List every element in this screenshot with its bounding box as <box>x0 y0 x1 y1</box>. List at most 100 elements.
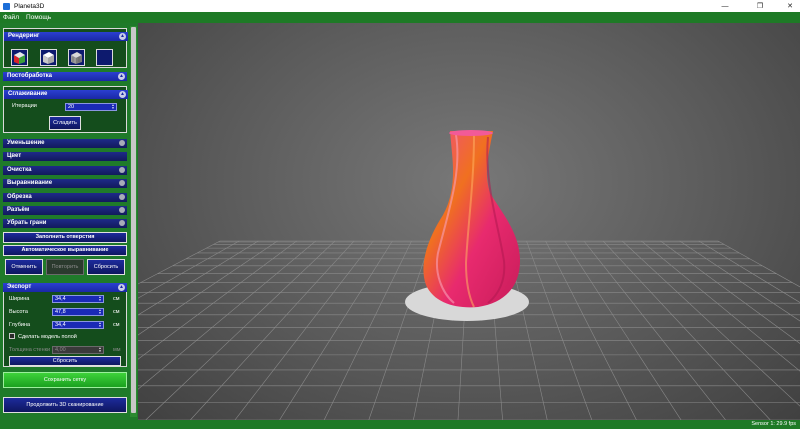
render-wire-button[interactable] <box>68 49 85 66</box>
grid-line <box>602 240 771 420</box>
status-bar: Sensor 1: 29.9 fps <box>0 420 800 429</box>
postprocessing-title: Постобработка <box>7 73 52 79</box>
collapse-icon[interactable]: ▲ <box>118 284 125 291</box>
grid-line <box>622 240 800 407</box>
expand-icon[interactable] <box>119 180 125 186</box>
grid-line <box>717 240 800 288</box>
expand-icon[interactable] <box>119 140 125 146</box>
spin-down-icon[interactable]: ▼ <box>98 312 102 315</box>
cleaning-header[interactable]: Очистка <box>3 166 127 175</box>
scrollbar-thumb[interactable] <box>131 27 136 413</box>
cut-header[interactable]: Разъём <box>3 206 127 215</box>
export-title: Экспорт <box>7 284 32 290</box>
smoothing-section: Сглаживание ▲ Итерации 20 ▲ ▼ Сгладить <box>3 86 128 133</box>
cut-title: Разъём <box>7 207 30 213</box>
3d-viewport[interactable] <box>138 23 800 420</box>
grid-line <box>138 240 297 360</box>
iterations-label: Итерации <box>12 103 37 109</box>
app-icon <box>3 2 10 10</box>
grid-line <box>641 240 800 372</box>
height-input[interactable]: 47,8 ▲ ▼ <box>52 308 104 316</box>
remove-edges-title: Убрать грани <box>7 220 47 226</box>
color-cube-icon <box>14 52 25 64</box>
smoothing-header[interactable]: Сглаживание ▲ <box>4 90 128 99</box>
fill-holes-button[interactable]: Заполнить отверстия <box>3 232 127 243</box>
alignment-title: Выравнивание <box>7 180 53 186</box>
export-header[interactable]: Экспорт ▲ <box>3 283 127 292</box>
depth-value: 34,4 <box>55 322 66 328</box>
window-title: Planeta3D <box>14 2 45 10</box>
close-icon[interactable]: ✕ <box>775 0 800 12</box>
wall-thickness-label: Толщина стенки <box>9 347 51 353</box>
export-reset-button[interactable]: Сбросить <box>9 356 121 366</box>
continue-scan-button[interactable]: Продолжить 3D сканирование <box>3 397 127 413</box>
wall-thickness-input: 4,00 ▲ ▼ <box>52 346 104 354</box>
postprocessing-header[interactable]: Постобработка ▲ <box>3 72 127 81</box>
spin-down-icon[interactable]: ▼ <box>98 325 102 328</box>
left-panel: Рендеринг ▲ Постобработка ▲ Сглаживание … <box>0 23 138 420</box>
grid-line <box>583 240 726 420</box>
expand-icon[interactable] <box>119 194 125 200</box>
scene-canvas <box>138 130 800 420</box>
iterations-input[interactable]: 20 ▲ ▼ <box>65 103 117 111</box>
expand-icon[interactable] <box>119 207 125 213</box>
reset-button[interactable]: Сбросить <box>87 259 125 275</box>
grid-line <box>323 240 412 420</box>
depth-label: Глубина <box>9 322 31 328</box>
auto-align-button[interactable]: Автоматическое выравнивание <box>3 245 127 256</box>
hollow-label: Сделать модель полой <box>18 334 77 340</box>
render-empty-button[interactable] <box>96 49 113 66</box>
reduction-title: Уменьшение <box>7 140 45 146</box>
menu-file[interactable]: Файл <box>3 14 19 21</box>
spin-down-icon[interactable]: ▼ <box>111 107 115 110</box>
render-solid-button[interactable] <box>40 49 57 66</box>
expand-icon[interactable] <box>119 220 125 226</box>
title-bar: Planeta3D — ❐ ✕ <box>0 0 800 12</box>
depth-unit: см <box>113 322 120 328</box>
reduction-header[interactable]: Уменьшение <box>3 139 127 148</box>
grid-line <box>279 240 393 420</box>
width-unit: см <box>113 296 120 302</box>
grid-line <box>368 240 431 420</box>
rendering-section: Рендеринг ▲ <box>3 28 128 68</box>
color-title: Цвет <box>7 153 22 159</box>
render-color-button[interactable] <box>11 49 28 66</box>
trim-header[interactable]: Обрезка <box>3 193 127 202</box>
export-section: Ширина 34,4 ▲ ▼ см Высота 47,8 ▲ ▼ см Гл… <box>3 292 127 367</box>
collapse-icon[interactable]: ▲ <box>119 91 126 98</box>
spin-down-icon[interactable]: ▼ <box>98 299 102 302</box>
wall-thickness-unit: мм <box>113 347 121 353</box>
remove-edges-header[interactable]: Убрать грани <box>3 219 127 228</box>
grid-line <box>138 240 278 336</box>
trim-title: Обрезка <box>7 194 32 200</box>
solid-cube-icon <box>43 52 54 64</box>
rendering-header[interactable]: Рендеринг ▲ <box>4 32 128 41</box>
alignment-header[interactable]: Выравнивание <box>3 179 127 188</box>
undo-button[interactable]: Отменить <box>5 259 43 275</box>
menu-bar: Файл Помощь <box>0 12 800 23</box>
smooth-button[interactable]: Сгладить <box>49 116 81 130</box>
menu-help[interactable]: Помощь <box>26 14 51 21</box>
maximize-icon[interactable]: ❐ <box>745 0 775 12</box>
width-value: 34,4 <box>55 296 66 302</box>
grid-line <box>698 240 800 303</box>
hollow-checkbox[interactable] <box>9 333 15 339</box>
panel-scrollbar[interactable] <box>130 26 137 417</box>
iterations-value: 20 <box>68 104 75 110</box>
cleaning-title: Очистка <box>7 167 32 173</box>
height-unit: см <box>113 309 120 315</box>
wall-thickness-value: 4,00 <box>55 347 66 353</box>
spin-down-icon: ▼ <box>98 349 102 353</box>
width-input[interactable]: 34,4 ▲ ▼ <box>52 295 104 303</box>
color-header[interactable]: Цвет <box>3 152 127 161</box>
collapse-icon[interactable]: ▲ <box>118 73 125 80</box>
collapse-icon[interactable]: ▲ <box>119 33 126 40</box>
expand-icon[interactable] <box>119 167 125 173</box>
smoothing-title: Сглаживание <box>8 91 48 97</box>
depth-input[interactable]: 34,4 ▲ ▼ <box>52 321 104 329</box>
minimize-icon[interactable]: — <box>710 0 740 12</box>
save-mesh-button[interactable]: Сохранить сетку <box>3 372 127 388</box>
rendering-title: Рендеринг <box>8 33 40 39</box>
grid-line <box>138 240 240 299</box>
vase-model <box>423 130 520 308</box>
